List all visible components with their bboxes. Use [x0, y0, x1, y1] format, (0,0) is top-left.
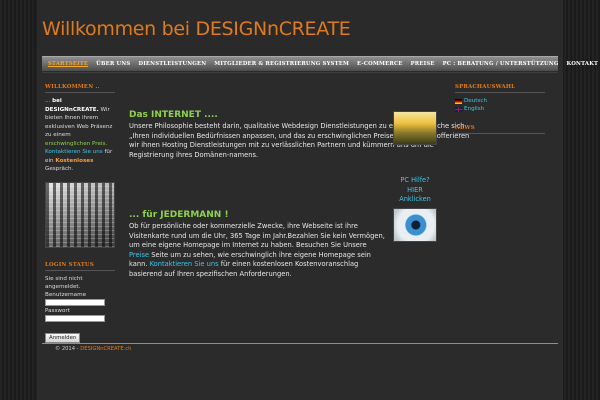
welcome-bold: bei DESIGNnCREATE.: [45, 98, 99, 113]
welcome-text: ... bei DESIGNnCREATE. Wir bieten Ihnen …: [45, 97, 115, 174]
pc-help-line2[interactable]: HIER: [389, 186, 441, 196]
password-label: Passwort: [45, 307, 70, 314]
login-box: Login Status Sie sind nicht angemeldet. …: [45, 262, 115, 343]
main-nav: Startseite Über uns Dienstleistungen Mit…: [42, 56, 598, 71]
site-title: Willkommen bei DESIGNnCREATE: [42, 18, 351, 40]
login-status-text: Sie sind nicht angemeldet.: [45, 275, 83, 290]
welcome-text-3: Gespräch.: [45, 166, 74, 172]
section-jedermann-text-a: Ob für persönliche oder kommerzielle Zwe…: [129, 222, 385, 250]
password-input[interactable]: [45, 314, 105, 322]
nav-item-mitglieder[interactable]: Mitglieder & Registrierung System: [214, 61, 349, 67]
left-sidebar: Willkommen .. ... bei DESIGNnCREATE. Wir…: [45, 84, 115, 343]
site-header: Willkommen bei DESIGNnCREATE: [37, 0, 563, 52]
right-sidebar: Sprachauswahl Deutsch English NEWS: [455, 84, 545, 138]
nav-divider: [42, 72, 558, 73]
nav-item-dienstleistungen[interactable]: Dienstleistungen: [138, 61, 206, 67]
page-container: Willkommen bei DESIGNnCREATE Startseite …: [37, 0, 598, 400]
language-de[interactable]: Deutsch: [455, 97, 545, 105]
sunset-image: [393, 111, 437, 145]
language-en[interactable]: English: [455, 105, 545, 113]
news-box-title: NEWS: [455, 125, 545, 134]
nav-item-ueber-uns[interactable]: Über uns: [96, 61, 130, 67]
footer-site-link[interactable]: DESIGNnCREATE.ch: [80, 346, 131, 352]
section-jedermann-text: Ob für persönliche oder kommerzielle Zwe…: [129, 222, 385, 280]
username-input[interactable]: [45, 298, 105, 306]
buildings-image: [45, 181, 115, 248]
german-flag-icon: [455, 98, 462, 104]
preise-link[interactable]: Preise: [129, 251, 149, 259]
welcome-box-title: Willkommen ..: [45, 84, 115, 93]
nav-item-kontakt[interactable]: Kontakt: [567, 61, 599, 67]
pc-help-line1[interactable]: PC Hilfe?: [389, 176, 441, 186]
welcome-contact-link[interactable]: Kontaktieren Sie uns: [45, 149, 103, 155]
uk-flag-icon: [455, 106, 462, 112]
section-jedermann-title: ... für JEDERMANN !: [129, 210, 229, 220]
pc-help-link[interactable]: PC Hilfe? HIER Anklicken: [389, 176, 441, 205]
welcome-free-highlight: Kostenloses: [55, 157, 94, 164]
nav-item-startseite[interactable]: Startseite: [48, 61, 88, 67]
nav-item-ecommerce[interactable]: E-Commerce: [357, 61, 403, 67]
footer-divider: [42, 343, 558, 344]
username-label: Benutzername: [45, 291, 87, 298]
welcome-price-highlight: erschwinglichen Preis.: [45, 140, 108, 147]
login-button[interactable]: Anmelden: [45, 332, 81, 343]
language-en-label[interactable]: English: [464, 105, 484, 113]
login-box-title: Login Status: [45, 262, 115, 271]
language-de-label[interactable]: Deutsch: [464, 97, 487, 105]
eye-image: [393, 208, 437, 242]
footer: © 2014 - DESIGNnCREATE.ch: [55, 346, 131, 352]
footer-copyright: © 2014 -: [55, 346, 81, 352]
nav-item-preise[interactable]: Preise: [411, 61, 435, 67]
pc-help-line3[interactable]: Anklicken: [389, 195, 441, 205]
main-section-jedermann: ... für JEDERMANN ! Ob für persönliche o…: [129, 210, 385, 280]
contact-link[interactable]: Kontaktieren Sie uns: [150, 260, 219, 268]
language-box-title: Sprachauswahl: [455, 84, 545, 93]
nav-item-pc-beratung[interactable]: PC : Beratung / Unterstützung: [443, 61, 559, 67]
